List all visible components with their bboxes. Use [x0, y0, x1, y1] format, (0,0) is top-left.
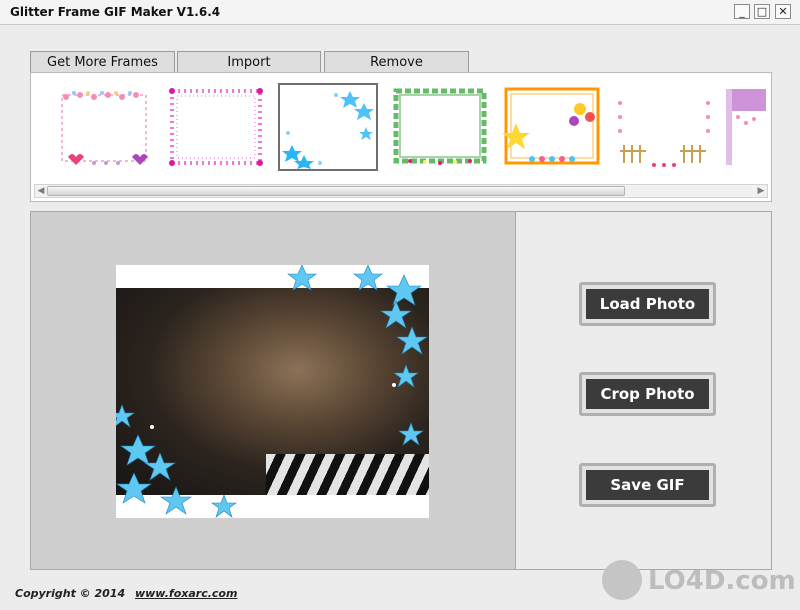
preview-pane	[31, 212, 516, 569]
scrollbar-thumb[interactable]	[47, 186, 625, 196]
close-button[interactable]: ✕	[775, 4, 791, 19]
get-more-frames-tab[interactable]: Get More Frames	[30, 51, 175, 72]
framed-photo-canvas	[116, 265, 429, 518]
load-photo-button[interactable]: Load Photo	[579, 282, 716, 326]
maximize-button[interactable]: □	[754, 4, 770, 19]
blue-flowers-frame-image	[282, 91, 374, 169]
minimize-button[interactable]: _	[734, 4, 750, 19]
scroll-right-arrow-icon[interactable]: ▶	[755, 185, 767, 197]
frame-thumb-pink-fence[interactable]	[614, 83, 714, 171]
import-tab[interactable]: Import	[177, 51, 321, 72]
watermark-text: LO4D.com	[648, 566, 796, 596]
pink-fence-frame-image	[618, 101, 710, 167]
window-title: Glitter Frame GIF Maker V1.6.4	[10, 5, 221, 19]
title-bar: Glitter Frame GIF Maker V1.6.4 _ □ ✕	[0, 0, 800, 25]
save-gif-label: Save GIF	[586, 470, 709, 500]
frame-thumb-pink-dots[interactable]	[166, 83, 266, 171]
copyright-text: Copyright © 2014	[15, 587, 126, 600]
frame-gallery: ◀ ▶	[30, 72, 772, 202]
purple-sparkle-frame-image	[726, 89, 766, 165]
gallery-scrollbar[interactable]: ◀ ▶	[34, 184, 768, 198]
watermark-globe-icon	[602, 560, 642, 600]
website-link[interactable]: www.foxarc.com	[135, 587, 238, 600]
frame-thumb-pastel-hearts[interactable]	[54, 83, 154, 171]
remove-tab[interactable]: Remove	[324, 51, 469, 72]
footer: Copyright © 2014 www.foxarc.com	[15, 587, 237, 600]
frame-thumb-green-vines[interactable]	[390, 83, 490, 171]
load-photo-label: Load Photo	[586, 289, 709, 319]
blue-flower-frame-overlay	[116, 265, 428, 518]
frame-thumb-blue-flowers-selected[interactable]	[278, 83, 378, 171]
star-balloons-frame-image	[502, 87, 600, 165]
frame-thumb-purple-sparkle[interactable]	[724, 83, 769, 171]
green-vines-frame-image	[393, 88, 487, 165]
pastel-hearts-frame-image	[61, 91, 148, 165]
frame-thumb-star-balloons[interactable]	[502, 83, 602, 171]
scroll-left-arrow-icon[interactable]: ◀	[35, 185, 47, 197]
work-area: Load Photo Crop Photo Save GIF	[30, 211, 772, 570]
save-gif-button[interactable]: Save GIF	[579, 463, 716, 507]
pink-dots-frame-image	[169, 88, 263, 166]
crop-photo-label: Crop Photo	[586, 379, 709, 409]
crop-photo-button[interactable]: Crop Photo	[579, 372, 716, 416]
